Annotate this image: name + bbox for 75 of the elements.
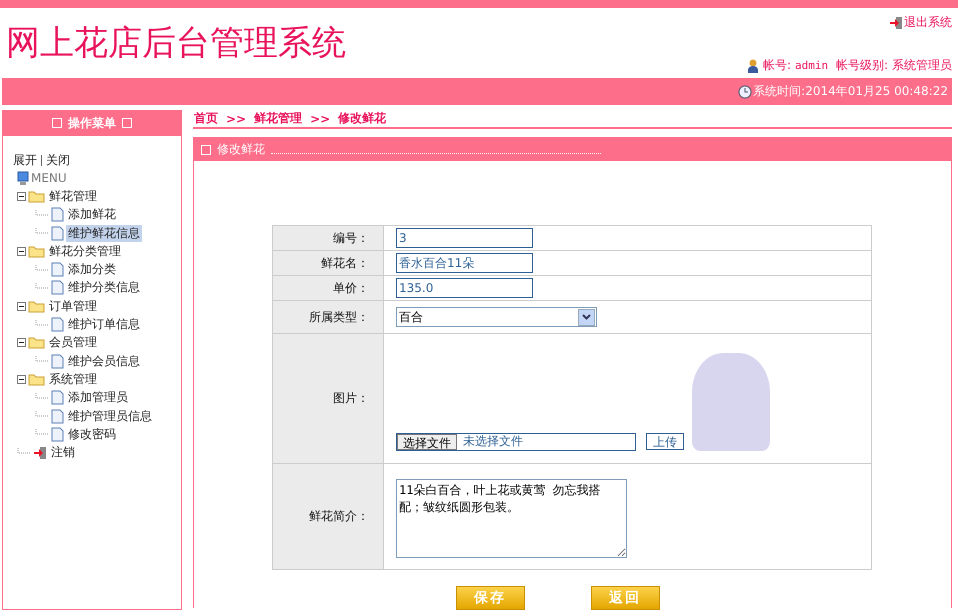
menu-root: MENU (31, 171, 67, 186)
sidebar-title: 操作菜单 (68, 114, 116, 132)
collapse-icon[interactable] (17, 338, 26, 348)
document-icon (51, 317, 64, 332)
folder-icon (28, 300, 45, 313)
menu-item[interactable]: 修改密码 (66, 426, 118, 443)
breadcrumb-separator: >> (226, 112, 246, 126)
field-label: 鲜花简介： (272, 464, 384, 570)
document-icon (51, 408, 64, 424)
document-icon (51, 354, 64, 369)
breadcrumb-link[interactable]: 修改鲜花 (338, 110, 386, 127)
menu-item[interactable]: 鲜花分类管理 (47, 242, 123, 260)
collapse-all-link[interactable]: 关闭 (46, 152, 70, 169)
square-icon (52, 118, 62, 128)
field-label: 单价： (272, 276, 384, 300)
exit-icon (889, 16, 903, 30)
breadcrumb-link[interactable]: 鲜花管理 (254, 110, 302, 127)
folder-icon (28, 190, 45, 203)
panel-title: 修改鲜花 (217, 141, 265, 158)
menu-item[interactable]: 维护会员信息 (66, 352, 142, 370)
menu-item[interactable]: 添加鲜花 (66, 206, 118, 224)
document-icon (51, 207, 64, 222)
level-label: 帐号级别: (834, 57, 888, 74)
user-icon (746, 58, 759, 72)
expand-all-link[interactable]: 展开 (13, 152, 37, 169)
collapse-icon[interactable] (17, 302, 26, 311)
folder-icon (28, 244, 45, 258)
menu-item[interactable]: 维护订单信息 (66, 316, 142, 334)
breadcrumb-link[interactable]: 首页 (194, 110, 218, 127)
document-icon (51, 390, 64, 406)
exit-icon (33, 446, 47, 460)
document-icon (51, 426, 64, 442)
text-field[interactable]: 香水百合11朵 (396, 253, 533, 273)
file-field[interactable]: 选择文件 未选择文件 (396, 432, 636, 450)
choose-file-button[interactable]: 选择文件 (397, 434, 457, 450)
document-icon (51, 226, 64, 241)
field-label: 所属类型： (272, 300, 384, 334)
system-time: 系统时间:2014年01月25 00:48:22 (753, 83, 948, 100)
upload-button[interactable]: 上传 (646, 433, 684, 450)
menu-item[interactable]: 维护鲜花信息 (66, 224, 142, 242)
collapse-icon[interactable] (17, 192, 26, 201)
account-name: admin (795, 59, 828, 72)
square-icon (201, 144, 211, 154)
folder-icon (28, 372, 45, 386)
menu-item[interactable]: 添加管理员 (66, 389, 130, 406)
breadcrumb-separator: >> (310, 112, 330, 126)
collapse-icon[interactable] (17, 374, 26, 384)
description-textarea[interactable]: 11朵白百合，叶上花或黄莺 勿忘我搭配；皱纹纸圆形包装。 (396, 478, 627, 558)
field-label: 鲜花名： (272, 250, 384, 276)
document-icon (51, 280, 64, 296)
site-title: 网上花店后台管理系统 (6, 22, 346, 65)
menu-item[interactable]: 会员管理 (47, 334, 99, 352)
menu-item[interactable]: 维护分类信息 (66, 279, 142, 296)
menu-item[interactable]: 维护管理员信息 (66, 408, 154, 424)
chevron-down-icon (582, 314, 591, 320)
file-status: 未选择文件 (463, 433, 523, 450)
account-label: 帐号: (762, 57, 791, 74)
menu-item[interactable]: 订单管理 (47, 298, 99, 315)
computer-icon (17, 170, 29, 186)
folder-icon (28, 336, 45, 350)
square-icon (122, 118, 132, 128)
account-level: 系统管理员 (892, 57, 952, 74)
document-icon (51, 262, 64, 278)
text-field[interactable]: 3 (396, 228, 533, 248)
menu-item[interactable]: 添加分类 (66, 261, 118, 278)
logout-link[interactable]: 退出系统 (889, 14, 952, 31)
menu-item[interactable]: 注销 (49, 444, 77, 462)
menu-item[interactable]: 鲜花管理 (47, 188, 99, 205)
category-select[interactable]: 百合 (396, 307, 597, 327)
text-field[interactable]: 135.0 (396, 278, 533, 298)
collapse-icon[interactable] (17, 246, 26, 256)
field-label: 编号： (272, 226, 384, 250)
clock-icon (738, 84, 752, 98)
menu-item[interactable]: 系统管理 (47, 370, 99, 388)
field-label: 图片： (272, 334, 384, 464)
